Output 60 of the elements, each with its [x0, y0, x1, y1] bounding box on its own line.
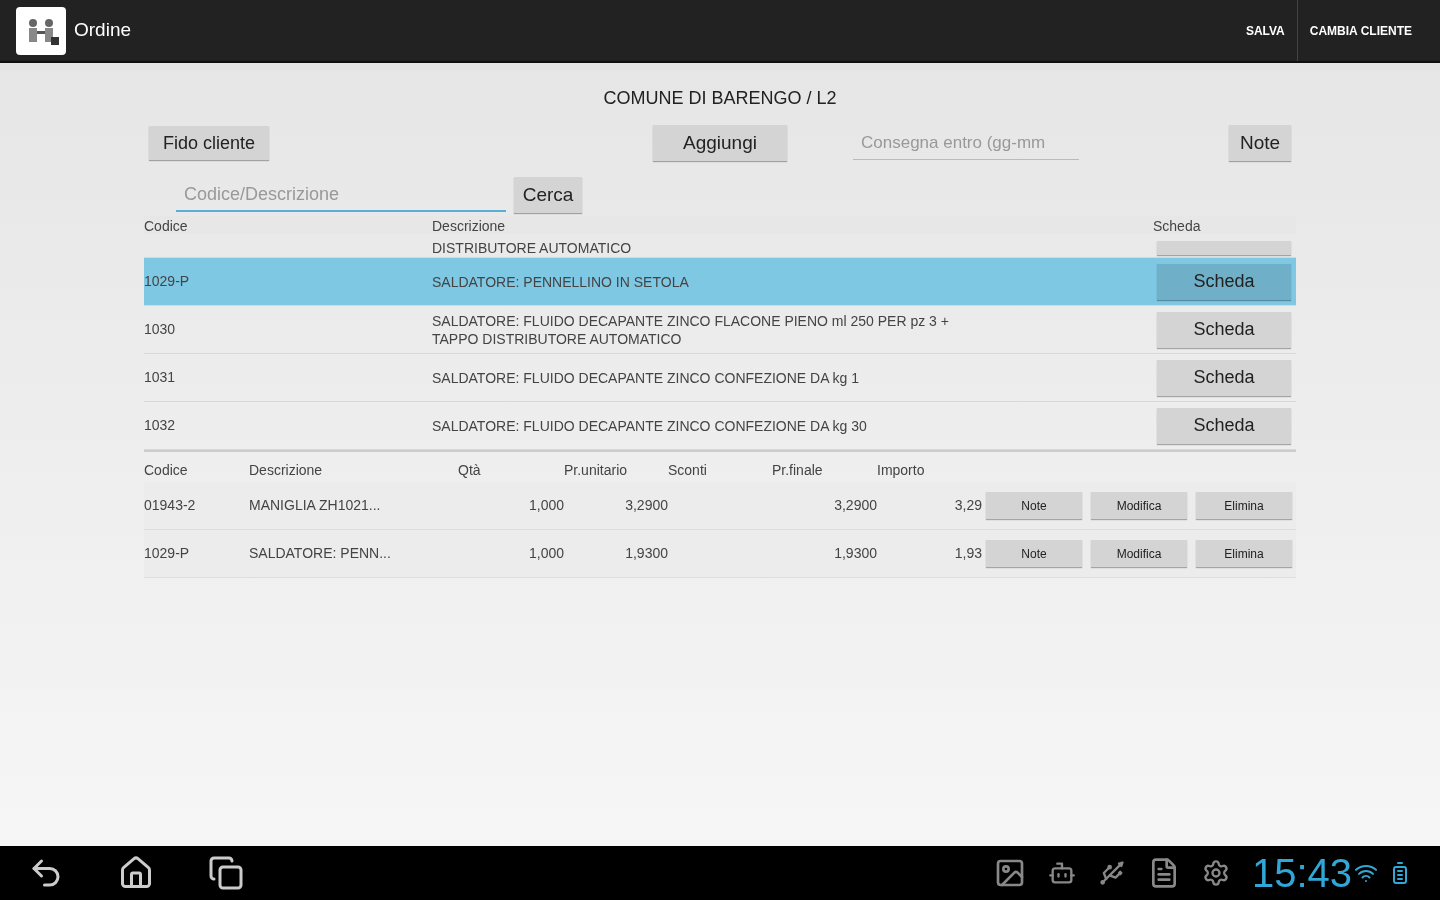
line-amount: 1,93 — [953, 544, 982, 563]
column-header: Pr.finale — [772, 460, 824, 480]
product-code: 1031 — [144, 368, 177, 387]
line-action-button[interactable]: Modifica — [1091, 540, 1187, 567]
product-row[interactable]: 1030 SALDATORE: FLUIDO DECAPANTE ZINCO FLACONE PIENO ml 250 PER pz 3 + TAPPO DISTRIBUTORE AUTOMATICO Scheda — [144, 306, 1296, 354]
usb-icon[interactable] — [1097, 859, 1126, 887]
product-code: 1029-P — [144, 272, 191, 291]
product-row[interactable]: 1032 SALDATORE: FLUIDO DECAPANTE ZINCO CONFEZIONE DA kg 30 Scheda — [144, 402, 1296, 450]
product-description: SALDATORE: FLUIDO DECAPANTE ZINCO FLACONE PIENO ml 250 PER pz 3 + TAPPO DISTRIBUTORE AUTOMATICO — [432, 311, 950, 348]
add-button[interactable]: Aggiungi — [653, 125, 787, 161]
line-action-button[interactable]: Elimina — [1196, 492, 1292, 519]
line-unit-price: 3,2900 — [624, 496, 668, 515]
search-field[interactable]: Codice/Descrizione — [176, 178, 506, 212]
column-header: Pr.unitario — [564, 460, 629, 480]
product-description: SALDATORE: FLUIDO DECAPANTE ZINCO CONFEZIONE DA kg 30 — [432, 416, 868, 435]
column-header: Sconti — [668, 460, 708, 480]
product-description: DISTRIBUTORE AUTOMATICO — [432, 239, 633, 257]
delivery-date-field[interactable]: Consegna entro (gg-mm — [853, 126, 1079, 160]
line-description: MANIGLIA ZH1021... — [249, 496, 382, 515]
column-header: Descrizione — [432, 217, 507, 234]
line-final-price: 3,2900 — [833, 496, 877, 515]
search-button[interactable]: Cerca — [514, 177, 582, 213]
customer-name: COMUNE DI BARENGO / L2 — [603, 87, 837, 110]
sheet-button[interactable]: Scheda — [1157, 359, 1291, 396]
notes-button[interactable]: Note — [1229, 125, 1291, 161]
sheet-button[interactable]: Scheda — [1157, 407, 1291, 444]
sheet-button[interactable]: Scheda — [1157, 263, 1291, 300]
line-action-button[interactable]: Elimina — [1196, 540, 1292, 567]
product-code: 1030 — [144, 320, 177, 339]
line-amount: 3,29 — [953, 496, 982, 515]
line-description: SALDATORE: PENN... — [249, 544, 392, 563]
line-code: 1029-P — [144, 544, 191, 563]
column-header: Codice — [144, 460, 189, 480]
line-unit-price: 1,9300 — [624, 544, 668, 563]
line-final-price: 1,9300 — [833, 544, 877, 563]
action-bar-button[interactable]: CAMBIA CLIENTE — [1296, 0, 1424, 61]
screen-title: Ordine — [74, 18, 132, 43]
column-header: Scheda — [1153, 217, 1201, 234]
credit-button[interactable]: Fido cliente — [149, 126, 269, 160]
product-description: SALDATORE: PENNELLINO IN SETOLA — [432, 272, 690, 291]
column-header: Codice — [144, 217, 189, 234]
product-row[interactable]: 1031 SALDATORE: FLUIDO DECAPANTE ZINCO CONFEZIONE DA kg 1 Scheda — [144, 354, 1296, 402]
product-code: 1032 — [144, 416, 177, 435]
line-quantity: 1,000 — [527, 496, 564, 515]
product-description: SALDATORE: FLUIDO DECAPANTE ZINCO CONFEZIONE DA kg 1 — [432, 368, 861, 387]
clock-time: 15:43 — [1251, 853, 1352, 893]
app-logo-icon — [16, 6, 66, 55]
line-action-button[interactable]: Modifica — [1091, 492, 1187, 519]
line-action-button[interactable]: Note — [986, 492, 1082, 519]
column-header: Descrizione — [249, 460, 324, 480]
column-header: Qtà — [458, 460, 482, 480]
line-action-button[interactable]: Note — [986, 540, 1082, 567]
column-header: Importo — [877, 460, 926, 480]
product-row[interactable]: 1029-P SALDATORE: PENNELLINO IN SETOLA Scheda — [144, 258, 1296, 306]
recent-apps-icon[interactable] — [208, 855, 244, 891]
sheet-button[interactable]: Scheda — [1157, 311, 1291, 348]
line-code: 01943-2 — [144, 496, 197, 515]
action-bar-button[interactable]: SALVA — [1233, 0, 1297, 61]
line-quantity: 1,000 — [527, 544, 564, 563]
home-icon[interactable] — [118, 855, 154, 891]
